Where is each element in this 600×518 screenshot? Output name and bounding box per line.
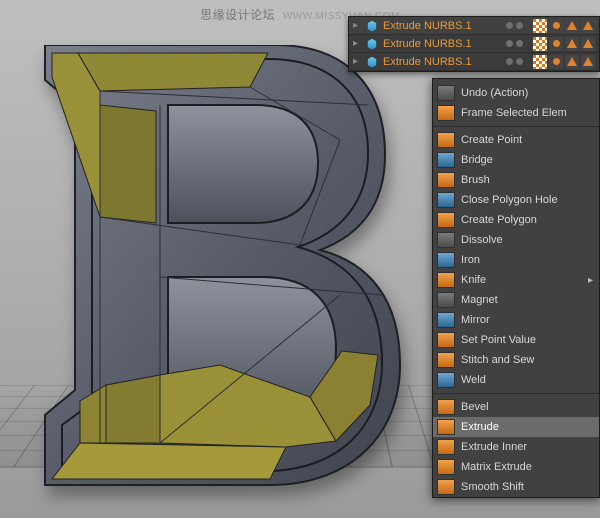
menu-item-extrude-inner[interactable]: Extrude Inner (433, 437, 599, 457)
menu-item-undo-action-[interactable]: Undo (Action) (433, 83, 599, 103)
magnet-icon (437, 292, 455, 308)
menu-item-set-point-value[interactable]: Set Point Value (433, 330, 599, 350)
menu-label: Mirror (461, 314, 593, 326)
menu-item-stitch-and-sew[interactable]: Stitch and Sew (433, 350, 599, 370)
object-tags[interactable] (533, 55, 595, 69)
expand-icon[interactable]: ▸ (353, 20, 361, 31)
watermark-cn: 思缘设计论坛 (200, 8, 275, 22)
menu-label: Bridge (461, 154, 593, 166)
extrude-inner-icon (437, 439, 455, 455)
menu-item-dissolve[interactable]: Dissolve (433, 230, 599, 250)
menu-label: Frame Selected Elem (461, 107, 593, 119)
brush-icon (437, 172, 455, 188)
menu-label: Iron (461, 254, 593, 266)
selection-tag-icon[interactable] (581, 19, 595, 33)
letter-b-model[interactable] (40, 45, 410, 495)
object-tags[interactable] (533, 37, 595, 51)
menu-label: Set Point Value (461, 334, 593, 346)
menu-item-iron[interactable]: Iron (433, 250, 599, 270)
object-row[interactable]: ▸ Extrude NURBS.1 (349, 17, 599, 35)
mirror-icon (437, 312, 455, 328)
extrude-nurbs-icon (365, 56, 379, 68)
menu-item-bridge[interactable]: Bridge (433, 150, 599, 170)
phong-tag-icon[interactable] (549, 19, 563, 33)
selection-tag-icon[interactable] (565, 19, 579, 33)
menu-label: Smooth Shift (461, 481, 593, 493)
menu-label: Weld (461, 374, 593, 386)
menu-label: Undo (Action) (461, 87, 593, 99)
visibility-dots[interactable] (506, 22, 523, 29)
menu-label: Stitch and Sew (461, 354, 593, 366)
point-icon (437, 132, 455, 148)
menu-label: Knife (461, 274, 582, 286)
bridge-icon (437, 152, 455, 168)
submenu-arrow-icon: ▸ (588, 275, 593, 286)
frame-icon (437, 105, 455, 121)
menu-item-weld[interactable]: Weld (433, 370, 599, 390)
selection-tag-icon[interactable] (565, 55, 579, 69)
selection-tag-icon[interactable] (581, 37, 595, 51)
phong-tag-icon[interactable] (549, 37, 563, 51)
selection-tag-icon[interactable] (565, 37, 579, 51)
menu-label: Matrix Extrude (461, 461, 593, 473)
menu-label: Extrude (461, 421, 593, 433)
weld-icon (437, 372, 455, 388)
menu-label: Create Polygon (461, 214, 593, 226)
menu-item-magnet[interactable]: Magnet (433, 290, 599, 310)
menu-item-close-polygon-hole[interactable]: Close Polygon Hole (433, 190, 599, 210)
object-name[interactable]: Extrude NURBS.1 (383, 20, 502, 32)
menu-label: Brush (461, 174, 593, 186)
menu-label: Magnet (461, 294, 593, 306)
menu-item-brush[interactable]: Brush (433, 170, 599, 190)
menu-item-matrix-extrude[interactable]: Matrix Extrude (433, 457, 599, 477)
context-menu[interactable]: Undo (Action) Frame Selected Elem Create P… (432, 78, 600, 498)
menu-label: Extrude Inner (461, 441, 593, 453)
create-poly-icon (437, 212, 455, 228)
extrude-icon (437, 419, 455, 435)
selection-tag-icon[interactable] (581, 55, 595, 69)
object-name[interactable]: Extrude NURBS.1 (383, 38, 502, 50)
object-name[interactable]: Extrude NURBS.1 (383, 56, 502, 68)
undo-icon (437, 85, 455, 101)
set-point-icon (437, 332, 455, 348)
texture-tag-icon[interactable] (533, 37, 547, 51)
object-tags[interactable] (533, 19, 595, 33)
smooth-shift-icon (437, 479, 455, 495)
menu-item-knife[interactable]: Knife ▸ (433, 270, 599, 290)
matrix-extrude-icon (437, 459, 455, 475)
dissolve-icon (437, 232, 455, 248)
stitch-icon (437, 352, 455, 368)
menu-label: Dissolve (461, 234, 593, 246)
extrude-nurbs-icon (365, 38, 379, 50)
visibility-dots[interactable] (506, 40, 523, 47)
object-manager[interactable]: ▸ Extrude NURBS.1 ▸ Extrude NURBS.1 ▸ Extrude… (348, 16, 600, 72)
menu-label: Bevel (461, 401, 593, 413)
menu-separator (433, 393, 599, 394)
texture-tag-icon[interactable] (533, 19, 547, 33)
iron-icon (437, 252, 455, 268)
knife-icon (437, 272, 455, 288)
letter-b-svg (40, 45, 410, 495)
menu-item-frame-selected-elem[interactable]: Frame Selected Elem (433, 103, 599, 123)
menu-separator (433, 126, 599, 127)
menu-label: Close Polygon Hole (461, 194, 593, 206)
menu-item-bevel[interactable]: Bevel (433, 397, 599, 417)
object-row[interactable]: ▸ Extrude NURBS.1 (349, 53, 599, 71)
expand-icon[interactable]: ▸ (353, 38, 361, 49)
menu-label: Create Point (461, 134, 593, 146)
phong-tag-icon[interactable] (549, 55, 563, 69)
menu-item-create-polygon[interactable]: Create Polygon (433, 210, 599, 230)
extrude-nurbs-icon (365, 20, 379, 32)
expand-icon[interactable]: ▸ (353, 56, 361, 67)
menu-item-mirror[interactable]: Mirror (433, 310, 599, 330)
bevel-icon (437, 399, 455, 415)
object-row[interactable]: ▸ Extrude NURBS.1 (349, 35, 599, 53)
menu-item-create-point[interactable]: Create Point (433, 130, 599, 150)
close-hole-icon (437, 192, 455, 208)
menu-item-extrude[interactable]: Extrude (433, 417, 599, 437)
menu-item-smooth-shift[interactable]: Smooth Shift (433, 477, 599, 497)
texture-tag-icon[interactable] (533, 55, 547, 69)
visibility-dots[interactable] (506, 58, 523, 65)
